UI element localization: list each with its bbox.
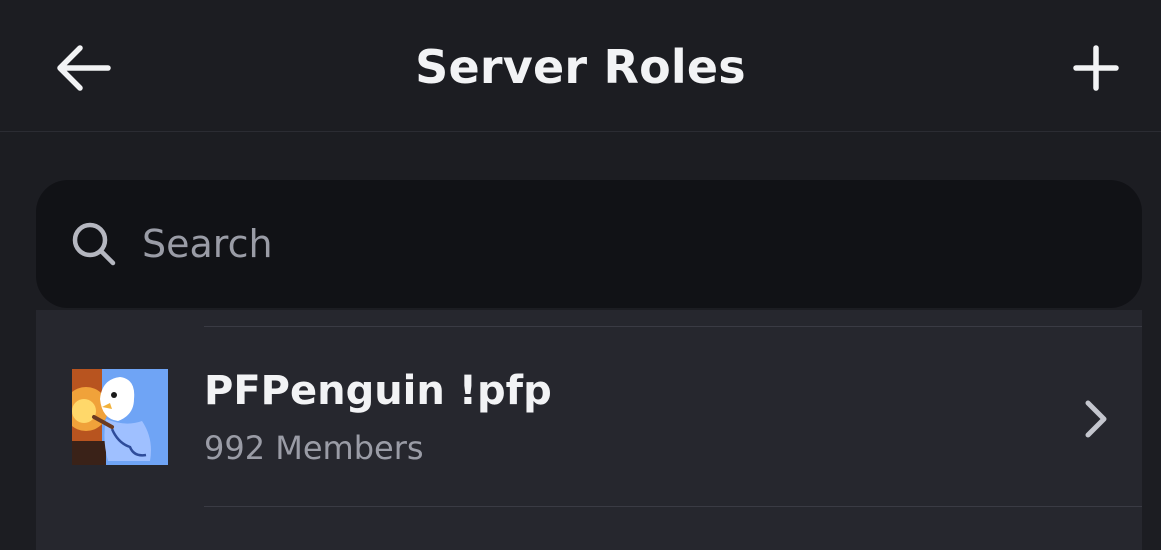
role-member-count: 992 Members	[204, 429, 424, 467]
search-input[interactable]	[142, 214, 1042, 274]
role-name: PFPenguin !pfp	[204, 368, 552, 414]
chevron-right-icon	[1085, 400, 1107, 438]
add-role-button[interactable]	[1062, 34, 1130, 102]
penguin-avatar	[72, 369, 168, 465]
search-bar[interactable]	[36, 180, 1142, 308]
roles-list: PFPenguin !pfp 992 Members	[36, 310, 1142, 550]
plus-icon	[1073, 45, 1119, 91]
role-row[interactable]: PFPenguin !pfp 992 Members	[36, 327, 1142, 507]
page-title: Server Roles	[415, 40, 746, 94]
search-icon	[72, 222, 116, 266]
divider	[204, 506, 1142, 507]
header: Server Roles	[0, 0, 1161, 132]
